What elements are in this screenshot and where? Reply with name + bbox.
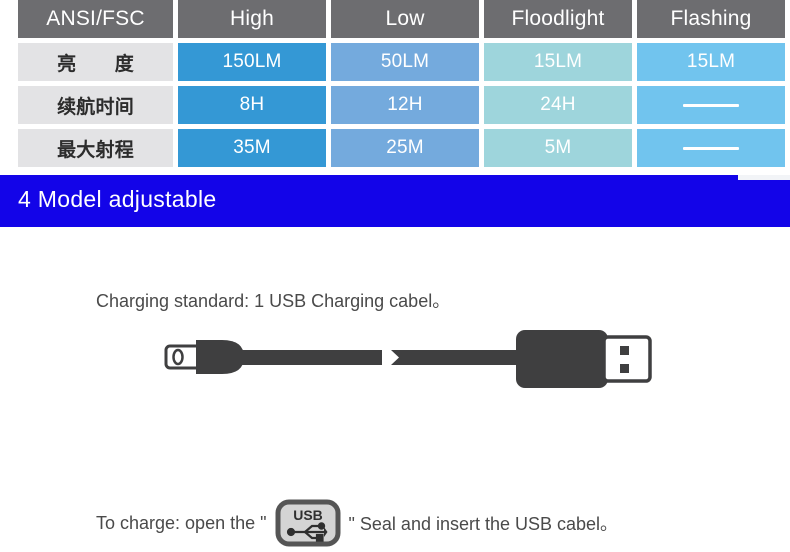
row-label-brightness: 亮 度 — [18, 43, 173, 81]
table-row-brightness: 亮 度 150LM 50LM 15LM 15LM — [18, 43, 785, 81]
cell-runtime-high: 8H — [178, 86, 326, 124]
cell-runtime-flashing — [637, 86, 785, 124]
table-row-beam-distance: 最大射程 35M 25M 5M — [18, 129, 785, 167]
charging-standard-text: Charging standard: 1 USB Charging cabel。 — [96, 291, 451, 311]
usb-charging-cable-illustration — [160, 322, 660, 398]
cell-brightness-high: 150LM — [178, 43, 326, 81]
to-charge-instruction: To charge: open the " USB " Seal and ins… — [96, 498, 618, 548]
cell-brightness-flashing: 15LM — [637, 43, 785, 81]
cell-beam-distance-high: 35M — [178, 129, 326, 167]
cell-runtime-low: 12H — [331, 86, 479, 124]
banner-title: 4 Model adjustable — [18, 186, 217, 212]
table-header-low: Low — [331, 0, 479, 38]
dash-icon — [683, 146, 739, 150]
section-banner: 4 Model adjustable — [0, 175, 790, 227]
to-charge-suffix-text: " Seal and insert the USB cabel。 — [348, 514, 619, 534]
cell-beam-distance-floodlight: 5M — [484, 129, 632, 167]
table-header-row: ANSI/FSC High Low Floodlight Flashing — [18, 0, 785, 38]
row-label-runtime: 续航时间 — [18, 86, 173, 124]
cell-brightness-floodlight: 15LM — [484, 43, 632, 81]
banner-corner-notch — [738, 175, 790, 180]
spec-table: ANSI/FSC High Low Floodlight Flashing 亮 … — [18, 0, 785, 168]
table-header-high: High — [178, 0, 326, 38]
dash-icon — [683, 103, 739, 107]
cell-beam-distance-flashing — [637, 129, 785, 167]
table-row-runtime: 续航时间 8H 12H 24H — [18, 86, 785, 124]
table-header-ansi-fsc: ANSI/FSC — [18, 0, 173, 38]
table-header-floodlight: Floodlight — [484, 0, 632, 38]
to-charge-prefix-text: To charge: open the " — [96, 512, 267, 533]
svg-text:USB: USB — [293, 507, 323, 523]
cell-brightness-low: 50LM — [331, 43, 479, 81]
table-header-flashing: Flashing — [637, 0, 785, 38]
cell-runtime-floodlight: 24H — [484, 86, 632, 124]
usb-port-icon: USB — [275, 499, 341, 547]
row-label-beam-distance: 最大射程 — [18, 129, 173, 167]
cell-beam-distance-low: 25M — [331, 129, 479, 167]
